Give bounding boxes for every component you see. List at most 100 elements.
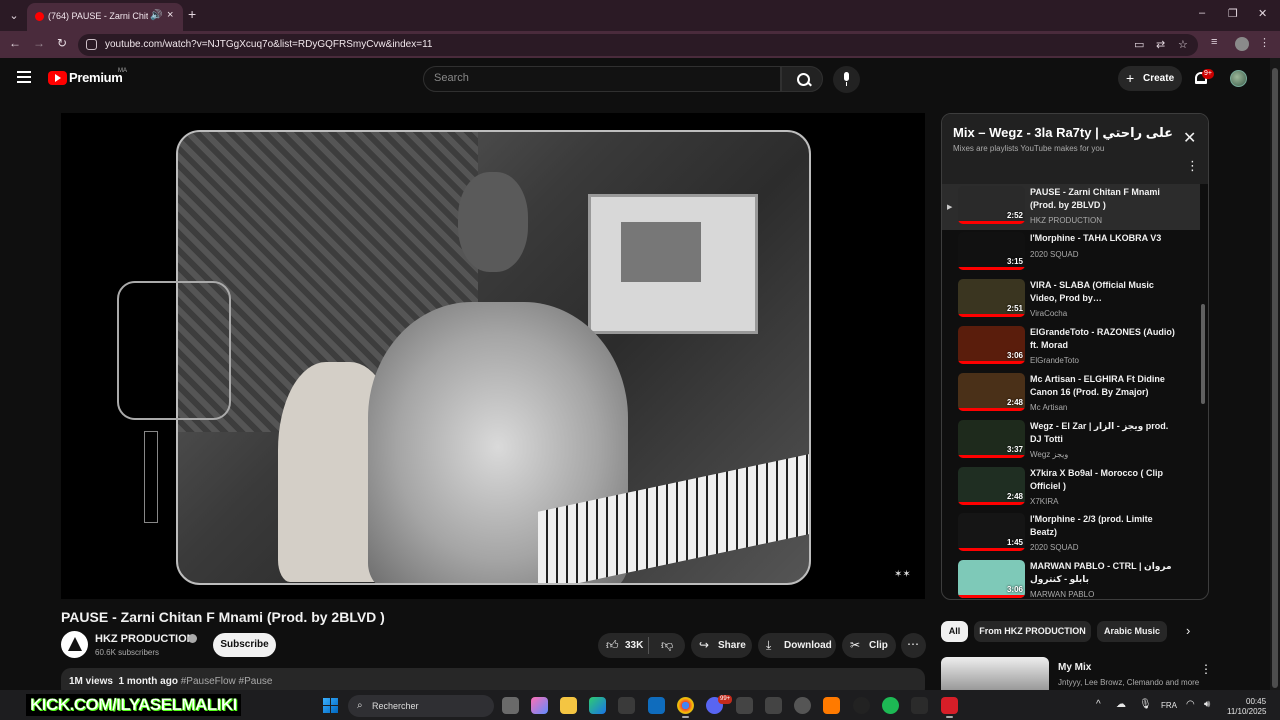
kick-app-icon[interactable]	[911, 697, 928, 714]
forward-arrow-icon[interactable]: →	[33, 36, 45, 50]
playlist-item[interactable]: 3:06 ElGrandeToto - RAZONES (Audio) ft. M…	[942, 324, 1200, 370]
more-vertical-icon[interactable]: ⋮	[1186, 158, 1199, 174]
microphone-icon[interactable]: 🎙︎	[1139, 699, 1152, 710]
chevron-right-icon[interactable]: ›	[1186, 623, 1190, 638]
cast-icon[interactable]: ▭	[1134, 38, 1144, 51]
playlist-scrollbar[interactable]	[1201, 304, 1205, 404]
playlist-item[interactable]: 2:48 X7kira X Bo9al - Morocco ( Clip Offi…	[942, 465, 1200, 511]
like-count[interactable]: 33K	[625, 640, 643, 651]
speaker-icon[interactable]: 🔊	[150, 10, 162, 21]
browser-menu-icon[interactable]: ⋮	[1259, 36, 1270, 49]
thumbs-down-icon[interactable]: 👎︎	[661, 638, 673, 653]
playlist-thumbnail[interactable]: 2:48	[958, 373, 1025, 411]
playlist-item[interactable]: 3:37 Wegz - El Zar | ويجز - الزار prod. D…	[942, 418, 1200, 464]
playlist-item-title[interactable]: X7kira X Bo9al - Morocco ( Clip Officiel…	[1030, 467, 1180, 493]
playlist-thumbnail[interactable]: 1:45	[958, 513, 1025, 551]
playlist-item-title[interactable]: ElGrandeToto - RAZONES (Audio) ft. Morad	[1030, 326, 1180, 352]
clock-time[interactable]: 00:45	[1246, 697, 1266, 706]
tab-search-chevron-down-icon[interactable]: ⌄	[4, 6, 24, 26]
address-url[interactable]: youtube.com/watch?v=NJTGgXcuq7o&list=RDy…	[105, 39, 432, 50]
youtube-brand[interactable]: Premium	[69, 70, 123, 85]
spotify-icon[interactable]	[882, 697, 899, 714]
chip-from-channel[interactable]: From HKZ PRODUCTION	[974, 621, 1091, 642]
recommendation-title[interactable]: My Mix	[1058, 662, 1091, 673]
input-language[interactable]: FRA	[1161, 701, 1177, 710]
new-tab-button[interactable]: +	[188, 6, 196, 22]
playlist-thumbnail[interactable]: 3:15	[958, 232, 1025, 270]
playlist-thumbnail[interactable]: 3:06	[958, 560, 1025, 598]
browser-tab-youtube[interactable]: (764) PAUSE - Zarni Chitan 🔊 ×	[27, 3, 183, 31]
account-avatar[interactable]	[1230, 70, 1247, 87]
tray-chevron-up-icon[interactable]: ^	[1096, 699, 1101, 710]
more-vertical-icon[interactable]: ⋮	[1200, 662, 1212, 676]
video-player[interactable]: ✶✶	[61, 113, 925, 599]
address-bar[interactable]: youtube.com/watch?v=NJTGgXcuq7o&list=RDy…	[78, 34, 1198, 56]
taskbar-search[interactable]: ⌕ Rechercher	[348, 695, 494, 717]
share-button[interactable]: ↪ Share	[691, 633, 752, 658]
task-view-icon[interactable]	[502, 697, 519, 714]
channel-name[interactable]: HKZ PRODUCTION	[95, 633, 195, 645]
playlist-item[interactable]: 2:48 Mc Artisan - ELGHIRA Ft Didine Canon…	[942, 371, 1200, 417]
copilot-icon[interactable]	[531, 697, 548, 714]
create-button[interactable]: + Create	[1118, 66, 1182, 91]
store-icon[interactable]	[618, 697, 635, 714]
hamburger-menu-icon[interactable]	[17, 71, 31, 83]
game-controller-icon[interactable]	[765, 697, 782, 714]
minimize-window-button[interactable]: –	[1199, 7, 1205, 19]
translate-icon[interactable]: ⇄	[1156, 38, 1165, 51]
playlist-item-title[interactable]: l'Morphine - TAHA LKOBRA V3	[1030, 232, 1180, 245]
page-scrollbar-thumb[interactable]	[1272, 68, 1278, 688]
tab-close-icon[interactable]: ×	[167, 9, 173, 21]
photos-icon[interactable]	[736, 697, 753, 714]
cloud-icon[interactable]: ☁	[1116, 699, 1126, 710]
download-button[interactable]: ⤓ Download	[758, 633, 836, 658]
playlist-item[interactable]: 1:45 l'Morphine - 2/3 (prod. Limite Beatz…	[942, 511, 1200, 557]
wifi-icon[interactable]: ◠	[1186, 699, 1195, 710]
playlist-item-title[interactable]: Wegz - El Zar | ويجز - الزار prod. DJ To…	[1030, 420, 1180, 446]
playlist-item[interactable]: 3:06 MARWAN PABLO - CTRL | مروان بابلو - …	[942, 558, 1200, 599]
recommendation-thumbnail[interactable]	[941, 657, 1049, 690]
steam-icon[interactable]	[794, 697, 811, 714]
pinned-app-icon[interactable]	[941, 697, 958, 718]
vlc-icon[interactable]	[823, 697, 840, 714]
reading-list-icon[interactable]: ≡	[1211, 36, 1217, 48]
reload-icon[interactable]: ↻	[57, 36, 67, 50]
search-input[interactable]	[434, 72, 764, 84]
chrome-icon[interactable]	[677, 697, 694, 718]
playlist-thumbnail[interactable]: 3:37	[958, 420, 1025, 458]
edge-icon[interactable]	[589, 697, 606, 714]
playlist-item[interactable]: ▶ 2:52 PAUSE - Zarni Chitan F Mnami (Prod.…	[942, 184, 1200, 230]
chip-all[interactable]: All	[941, 621, 968, 642]
playlist-item-title[interactable]: Mc Artisan - ELGHIRA Ft Didine Canon 16 …	[1030, 373, 1180, 399]
page-scrollbar[interactable]	[1270, 58, 1280, 690]
site-info-icon[interactable]	[86, 39, 97, 50]
playlist-thumbnail[interactable]: 2:51	[958, 279, 1025, 317]
close-icon[interactable]: ✕	[1183, 128, 1196, 148]
youtube-logo-icon[interactable]	[48, 71, 67, 85]
playlist-item-title[interactable]: PAUSE - Zarni Chitan F Mnami (Prod. by 2…	[1030, 186, 1180, 212]
thumbs-up-icon[interactable]: 👍︎	[606, 638, 619, 653]
microphone-icon[interactable]	[833, 66, 860, 93]
hashtags[interactable]: #PauseFlow #Pause	[181, 676, 273, 687]
outlook-icon[interactable]	[648, 697, 665, 714]
playlist-item[interactable]: 2:51 VIRA - SLABA (Official Music Video, …	[942, 277, 1200, 323]
obs-icon[interactable]	[853, 697, 870, 714]
channel-avatar[interactable]	[61, 631, 88, 658]
back-arrow-icon[interactable]: ←	[9, 36, 21, 50]
restore-window-button[interactable]: ❐	[1228, 7, 1238, 20]
close-window-button[interactable]: ✕	[1258, 7, 1267, 20]
playlist-thumbnail[interactable]: 3:06	[958, 326, 1025, 364]
playlist-item-title[interactable]: MARWAN PABLO - CTRL | مروان بابلو - كنتر…	[1030, 560, 1180, 586]
clock-date[interactable]: 11/10/2025	[1227, 707, 1266, 716]
windows-start-icon[interactable]	[323, 698, 338, 713]
playlist-item-title[interactable]: l'Morphine - 2/3 (prod. Limite Beatz)	[1030, 513, 1180, 539]
volume-icon[interactable]: 🔊︎	[1204, 699, 1210, 710]
playlist-thumbnail[interactable]: 2:52	[958, 186, 1025, 224]
file-explorer-icon[interactable]	[560, 697, 577, 714]
chip-arabic-music[interactable]: Arabic Music	[1097, 621, 1167, 642]
playlist-item-title[interactable]: VIRA - SLABA (Official Music Video, Prod…	[1030, 279, 1180, 305]
more-actions-button[interactable]: ⋯	[901, 633, 926, 658]
subscribe-button[interactable]: Subscribe	[213, 633, 276, 657]
playlist-item[interactable]: 3:15 l'Morphine - TAHA LKOBRA V3 2020 SQUA…	[942, 230, 1200, 276]
playlist-title[interactable]: Mix – Wegz - 3la Ra7ty | ويجز - على راحت…	[953, 125, 1173, 141]
